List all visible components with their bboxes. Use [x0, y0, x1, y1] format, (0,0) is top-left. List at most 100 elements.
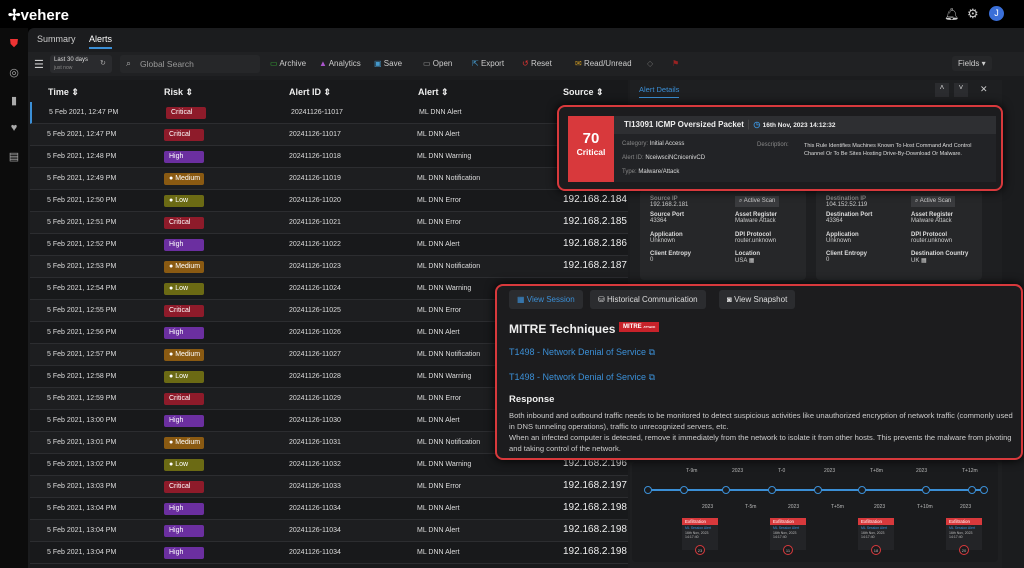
- tab-alerts[interactable]: Alerts: [89, 34, 113, 49]
- tab-summary[interactable]: Summary: [37, 34, 76, 44]
- label: Category:: [622, 141, 649, 147]
- timeline-node[interactable]: [858, 486, 866, 494]
- open-button[interactable]: ▭ Open: [423, 59, 452, 68]
- shield-icon[interactable]: ⛊: [6, 38, 22, 54]
- fields-label: Fields: [958, 59, 980, 68]
- view-snapshot-button[interactable]: ◙ View Snapshot: [719, 290, 796, 309]
- view-session-button[interactable]: ▦ View Session: [509, 290, 583, 309]
- gear-icon[interactable]: ⚙: [967, 6, 979, 22]
- bar-chart-icon[interactable]: ▮: [6, 94, 22, 110]
- read-unread-button[interactable]: ✉ Read/Unread: [575, 59, 632, 68]
- risk-label: Critical: [169, 483, 191, 490]
- event-count: 18: [871, 545, 881, 555]
- scan-label: Active Scan: [743, 198, 776, 204]
- table-row[interactable]: 5 Feb 2021, 12:47 PM Critical 20241126-1…: [30, 102, 628, 124]
- header-risk[interactable]: Risk ⇕: [164, 87, 193, 98]
- risk-label: Critical: [169, 131, 191, 138]
- header-alert-id[interactable]: Alert ID ⇕: [289, 87, 331, 98]
- export-button[interactable]: ⇱ Export: [472, 59, 504, 68]
- close-icon[interactable]: ✕: [980, 84, 988, 95]
- event-time: 14:17:40: [773, 535, 787, 539]
- analytics-button[interactable]: ▲ Analytics: [319, 59, 361, 68]
- logo: ✢vehere: [8, 7, 69, 24]
- timeline-bottom-label: T+10m: [917, 504, 933, 510]
- bell-icon[interactable]: 🔔︎: [944, 7, 959, 21]
- cell-alert-id: 20241126-11017: [291, 109, 343, 116]
- table-row[interactable]: 5 Feb 2021, 12:51 PM Critical 20241126-1…: [30, 212, 628, 234]
- fields-dropdown[interactable]: Fields ▾: [952, 56, 992, 71]
- date-range-picker[interactable]: Last 30 days just now ↻: [50, 55, 112, 73]
- table-row[interactable]: 5 Feb 2021, 13:04 PM High 20241126-11034…: [30, 542, 628, 564]
- timeline-node[interactable]: [722, 486, 730, 494]
- timeline-node[interactable]: [922, 486, 930, 494]
- flag-icon[interactable]: ⚑: [672, 59, 679, 68]
- external-link-icon[interactable]: ⧉: [649, 347, 655, 357]
- risk-badge: Critical: [164, 393, 204, 405]
- table-row[interactable]: 5 Feb 2021, 12:52 PM High 20241126-11022…: [30, 234, 628, 256]
- timeline-event-card[interactable]: Exfiltration ML Session Alert 16th Nov, …: [858, 518, 894, 555]
- technique-text[interactable]: T1498 - Network Denial of Service: [509, 347, 646, 357]
- timeline-node[interactable]: [644, 486, 652, 494]
- search-input[interactable]: ⌕ Global Search: [120, 55, 260, 73]
- risk-badge: ● Medium: [164, 261, 204, 273]
- table-row[interactable]: 5 Feb 2021, 12:47 PM Critical 20241126-1…: [30, 124, 628, 146]
- top-bar: [0, 0, 1024, 28]
- table-row[interactable]: 5 Feb 2021, 12:48 PM High 20241126-11018…: [30, 146, 628, 168]
- response-paragraph: Both inbound and outbound traffic needs …: [509, 411, 1013, 431]
- historical-communication-button[interactable]: ⛁ Historical Communication: [590, 290, 706, 309]
- header-time[interactable]: Time ⇕: [48, 87, 79, 98]
- event-count: 11: [783, 545, 793, 555]
- table-row[interactable]: 5 Feb 2021, 13:03 PM Critical 20241126-1…: [30, 476, 628, 498]
- timeline-node[interactable]: [680, 486, 688, 494]
- cell-source: 192.168.2.197: [563, 480, 627, 491]
- chevron-up-icon[interactable]: ˄: [935, 83, 949, 97]
- header-label: Alert ID: [289, 87, 322, 97]
- tag-icon[interactable]: ◇: [647, 59, 653, 68]
- clipboard-icon[interactable]: ▤: [6, 150, 22, 166]
- technique-link[interactable]: T1498 - Network Denial of Service ⧉: [509, 372, 655, 383]
- timeline-event-card[interactable]: Exfiltration ML Session Alert 16th Nov, …: [682, 518, 718, 555]
- save-button[interactable]: ▣ Save: [374, 59, 402, 68]
- cell-time: 5 Feb 2021, 13:04 PM: [47, 549, 117, 556]
- tab-alert-details[interactable]: Alert Details: [639, 85, 680, 98]
- heart-pulse-icon[interactable]: ♥: [6, 122, 22, 138]
- avatar[interactable]: J: [989, 6, 1004, 21]
- header-source[interactable]: Source ⇕: [563, 87, 604, 98]
- cell-alert-id: 20241126-11017: [289, 131, 341, 138]
- timeline-event-card[interactable]: Exfiltration ML Session Alert 16th Nov, …: [946, 518, 982, 555]
- timeline-node[interactable]: [768, 486, 776, 494]
- cell-source: 192.168.2.186: [563, 238, 627, 249]
- table-row[interactable]: 5 Feb 2021, 13:04 PM High 20241126-11034…: [30, 520, 628, 542]
- timeline-node[interactable]: [980, 486, 988, 494]
- menu-icon[interactable]: ☰: [34, 58, 44, 71]
- label: Type:: [622, 169, 637, 175]
- timeline-event-card[interactable]: Exfiltration ML Session Alert 16th Nov, …: [770, 518, 806, 555]
- chevron-down-icon[interactable]: ˅: [954, 83, 968, 97]
- table-row[interactable]: 5 Feb 2021, 12:49 PM ● Medium 20241126-1…: [30, 168, 628, 190]
- camera-icon: ◙: [727, 295, 732, 304]
- risk-label: Low: [175, 197, 189, 204]
- timeline-node[interactable]: [814, 486, 822, 494]
- dest-active-scan-button[interactable]: ⌕ Active Scan: [911, 196, 956, 207]
- refresh-icon[interactable]: ↻: [100, 59, 106, 67]
- radar-icon[interactable]: ◎: [6, 66, 22, 82]
- header-alert[interactable]: Alert ⇕: [418, 87, 449, 98]
- table-row[interactable]: 5 Feb 2021, 12:53 PM ● Medium 20241126-1…: [30, 256, 628, 278]
- technique-link[interactable]: T1498 - Network Denial of Service ⧉: [509, 347, 655, 358]
- table-row[interactable]: 5 Feb 2021, 13:04 PM High 20241126-11034…: [30, 498, 628, 520]
- open-label: Open: [432, 59, 453, 68]
- source-active-scan-button[interactable]: ⌕ Active Scan: [735, 196, 780, 207]
- technique-text[interactable]: T1498 - Network Denial of Service: [509, 372, 646, 382]
- cell-alert: ML DNN Alert: [417, 329, 460, 336]
- risk-badge: Critical: [164, 481, 204, 493]
- archive-button[interactable]: ▭ Archive: [270, 59, 306, 68]
- alert-type: Malware/Attack: [638, 169, 680, 175]
- timeline-node[interactable]: [968, 486, 976, 494]
- risk-label: Medium: [175, 439, 201, 446]
- table-row[interactable]: 5 Feb 2021, 12:50 PM ● Low 20241126-1102…: [30, 190, 628, 212]
- mitre-badge: MITRE: [623, 324, 642, 330]
- reset-button[interactable]: ↺ Reset: [522, 59, 552, 68]
- external-link-icon[interactable]: ⧉: [649, 372, 655, 382]
- cell-time: 5 Feb 2021, 13:01 PM: [47, 439, 117, 446]
- search-placeholder: Global Search: [140, 59, 194, 69]
